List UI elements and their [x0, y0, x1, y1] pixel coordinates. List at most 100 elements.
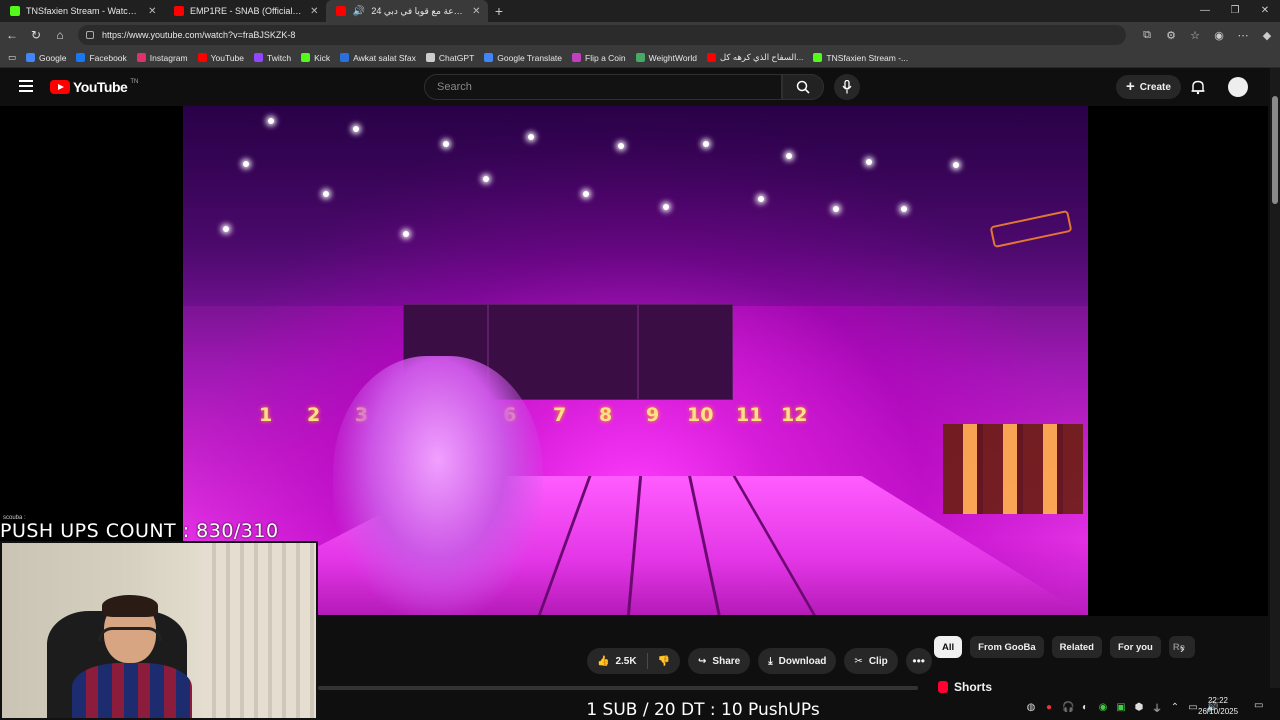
youtube-play-icon — [50, 80, 70, 94]
restore-button[interactable]: ❐ — [1220, 0, 1250, 22]
browser-tab-2[interactable]: EMP1RE - SNAB (Official Music V ✕ — [164, 0, 326, 22]
record-icon[interactable]: ● — [1044, 702, 1054, 713]
bookmark-tnsfaxien[interactable]: TNSfaxien Stream -... — [813, 53, 908, 63]
lane-number: 7 — [553, 404, 567, 426]
bookmark-twitch[interactable]: Twitch — [254, 53, 291, 63]
chip-related[interactable]: Related — [1051, 636, 1102, 658]
favorites-icon[interactable]: ☆ — [1188, 29, 1202, 42]
video-player[interactable]: 1 2 3 5 6 7 8 9 10 11 12 — [183, 106, 1088, 615]
filter-chips: All From GooBa Related For you Re — [934, 636, 1195, 658]
menu-icon[interactable] — [19, 80, 33, 92]
lane-number: 2 — [307, 404, 321, 426]
bookmark-awkat-salat[interactable]: Awkat salat Sfax — [340, 53, 416, 63]
dislike-button[interactable]: 👎 — [648, 648, 680, 674]
url-text: https://www.youtube.com/watch?v=fraBJSKZ… — [102, 30, 296, 40]
app-icon[interactable]: ◍ — [1026, 702, 1036, 713]
close-tab-icon[interactable]: ✕ — [309, 6, 320, 17]
lock-icon — [86, 31, 94, 39]
like-count: 2.5K — [615, 655, 637, 667]
discord-icon[interactable]: ◐ — [1080, 702, 1090, 713]
youtube-header: YouTube TN Search + Create — [0, 68, 1270, 106]
bookmark-google-translate[interactable]: Google Translate — [484, 53, 562, 63]
voice-search-button[interactable] — [834, 74, 860, 100]
arcade-machines — [943, 424, 1083, 514]
like-button[interactable]: 👍 2.5K — [587, 648, 647, 674]
lane-number: 10 — [687, 404, 714, 426]
notification-icon[interactable]: ▭ — [1254, 700, 1263, 711]
copilot-icon[interactable]: ◆ — [1260, 29, 1274, 42]
chip-all[interactable]: All — [934, 636, 963, 658]
bookmark-youtube[interactable]: YouTube — [197, 53, 244, 63]
bookmark-google[interactable]: Google — [26, 53, 66, 63]
back-icon[interactable]: ← — [0, 28, 24, 42]
share-button[interactable]: ↪ Share — [688, 648, 751, 674]
browser-tab-bar: TNSfaxien Stream - Watch Live on ✕ EMP1R… — [0, 0, 1280, 22]
notifications-bell-icon[interactable] — [1190, 79, 1206, 95]
create-label: Create — [1139, 81, 1171, 93]
usb-icon[interactable]: ⏚ — [1152, 700, 1162, 715]
lane-number: 12 — [781, 404, 808, 426]
close-tab-icon[interactable]: ✕ — [147, 6, 158, 17]
search-button[interactable] — [782, 74, 824, 100]
person-silhouette — [333, 356, 543, 615]
bookmark-kick[interactable]: Kick — [301, 53, 330, 63]
lane-number: 8 — [599, 404, 613, 426]
network-icon[interactable]: ▭ — [1188, 702, 1198, 713]
close-tab-icon[interactable]: ✕ — [471, 6, 482, 17]
clip-button[interactable]: ✂ Clip — [844, 648, 898, 674]
browser-tab-3[interactable]: 🔊 24 ساعة مع قويا في دبي - be ✕ — [326, 0, 488, 22]
bookmark-flip-a-coin[interactable]: Flip a Coin — [572, 53, 626, 63]
youtube-icon — [336, 6, 346, 16]
address-bar-row: ← ↻ ⌂ https://www.youtube.com/watch?v=fr… — [0, 22, 1280, 48]
tab-title: TNSfaxien Stream - Watch Live on — [26, 6, 141, 16]
scrollbar-thumb[interactable] — [1272, 96, 1278, 204]
extensions-icon[interactable]: ⧉ — [1140, 29, 1154, 42]
reading-view-icon[interactable]: ▭ — [8, 52, 16, 63]
curtain — [202, 543, 316, 718]
logo-text: YouTube — [73, 79, 128, 95]
chip-for-you[interactable]: For you — [1110, 636, 1161, 658]
bookmark-chatgpt[interactable]: ChatGPT — [425, 53, 474, 63]
taskbar-clock[interactable]: 22:22 26/10/2025 — [1198, 695, 1238, 717]
download-button[interactable]: ⤓ Download — [758, 648, 837, 674]
home-icon[interactable]: ⌂ — [48, 28, 72, 42]
shield-icon[interactable]: ⬢ — [1134, 702, 1144, 713]
chip-from-gooba[interactable]: From GooBa — [970, 636, 1044, 658]
thumbs-up-icon: 👍 — [597, 655, 610, 667]
more-actions-button[interactable]: ••• — [905, 648, 932, 674]
video-actions: 👍 2.5K 👎 ↪ Share ⤓ Download ✂ Clip ••• — [587, 648, 932, 674]
nvidia-icon[interactable]: ▣ — [1116, 702, 1126, 713]
browser-tab-1[interactable]: TNSfaxien Stream - Watch Live on ✕ — [0, 0, 164, 22]
collections-icon[interactable]: ⚙ — [1164, 29, 1178, 42]
chevron-right-icon[interactable]: › — [1180, 640, 1185, 656]
clock-date: 26/10/2025 — [1198, 707, 1239, 716]
search-icon — [796, 80, 810, 94]
share-label: Share — [712, 655, 741, 667]
search-input[interactable]: Search — [424, 74, 782, 100]
speaker-icon[interactable]: 🔊 — [352, 6, 365, 17]
window-controls: — ❐ ✕ — [1190, 0, 1280, 22]
bookmark-weightworld[interactable]: WeightWorld — [635, 53, 697, 63]
download-icon: ⤓ — [768, 655, 773, 667]
bookmark-arabic-video[interactable]: السفاح الذي كرهه كل... — [707, 52, 803, 63]
horizontal-scrollbar[interactable] — [318, 686, 918, 690]
chevron-up-icon[interactable]: ⌃ — [1170, 702, 1180, 713]
subscription-pushups-rule: 1 SUB / 20 DT : 10 PushUPs — [586, 700, 820, 720]
close-window-button[interactable]: ✕ — [1250, 0, 1280, 22]
youtube-logo[interactable]: YouTube TN — [50, 79, 138, 95]
new-tab-button[interactable]: + — [488, 3, 510, 19]
clip-label: Clip — [868, 655, 888, 667]
kick-icon — [10, 6, 20, 16]
account-avatar[interactable] — [1228, 77, 1248, 97]
headphones-icon[interactable]: 🎧 — [1062, 702, 1074, 713]
spotify-icon[interactable]: ◉ — [1098, 702, 1108, 713]
pushups-counter: PUSH UPS COUNT : 830/310 — [0, 520, 279, 542]
bookmark-facebook[interactable]: Facebook — [76, 53, 127, 63]
minimize-button[interactable]: — — [1190, 0, 1220, 22]
refresh-icon[interactable]: ↻ — [24, 28, 48, 42]
menu-icon[interactable]: ⋯ — [1236, 29, 1250, 42]
create-button[interactable]: + Create — [1116, 75, 1181, 99]
bookmark-instagram[interactable]: Instagram — [136, 53, 188, 63]
url-field[interactable]: https://www.youtube.com/watch?v=fraBJSKZ… — [78, 25, 1126, 45]
profile-icon[interactable]: ◉ — [1212, 29, 1226, 42]
